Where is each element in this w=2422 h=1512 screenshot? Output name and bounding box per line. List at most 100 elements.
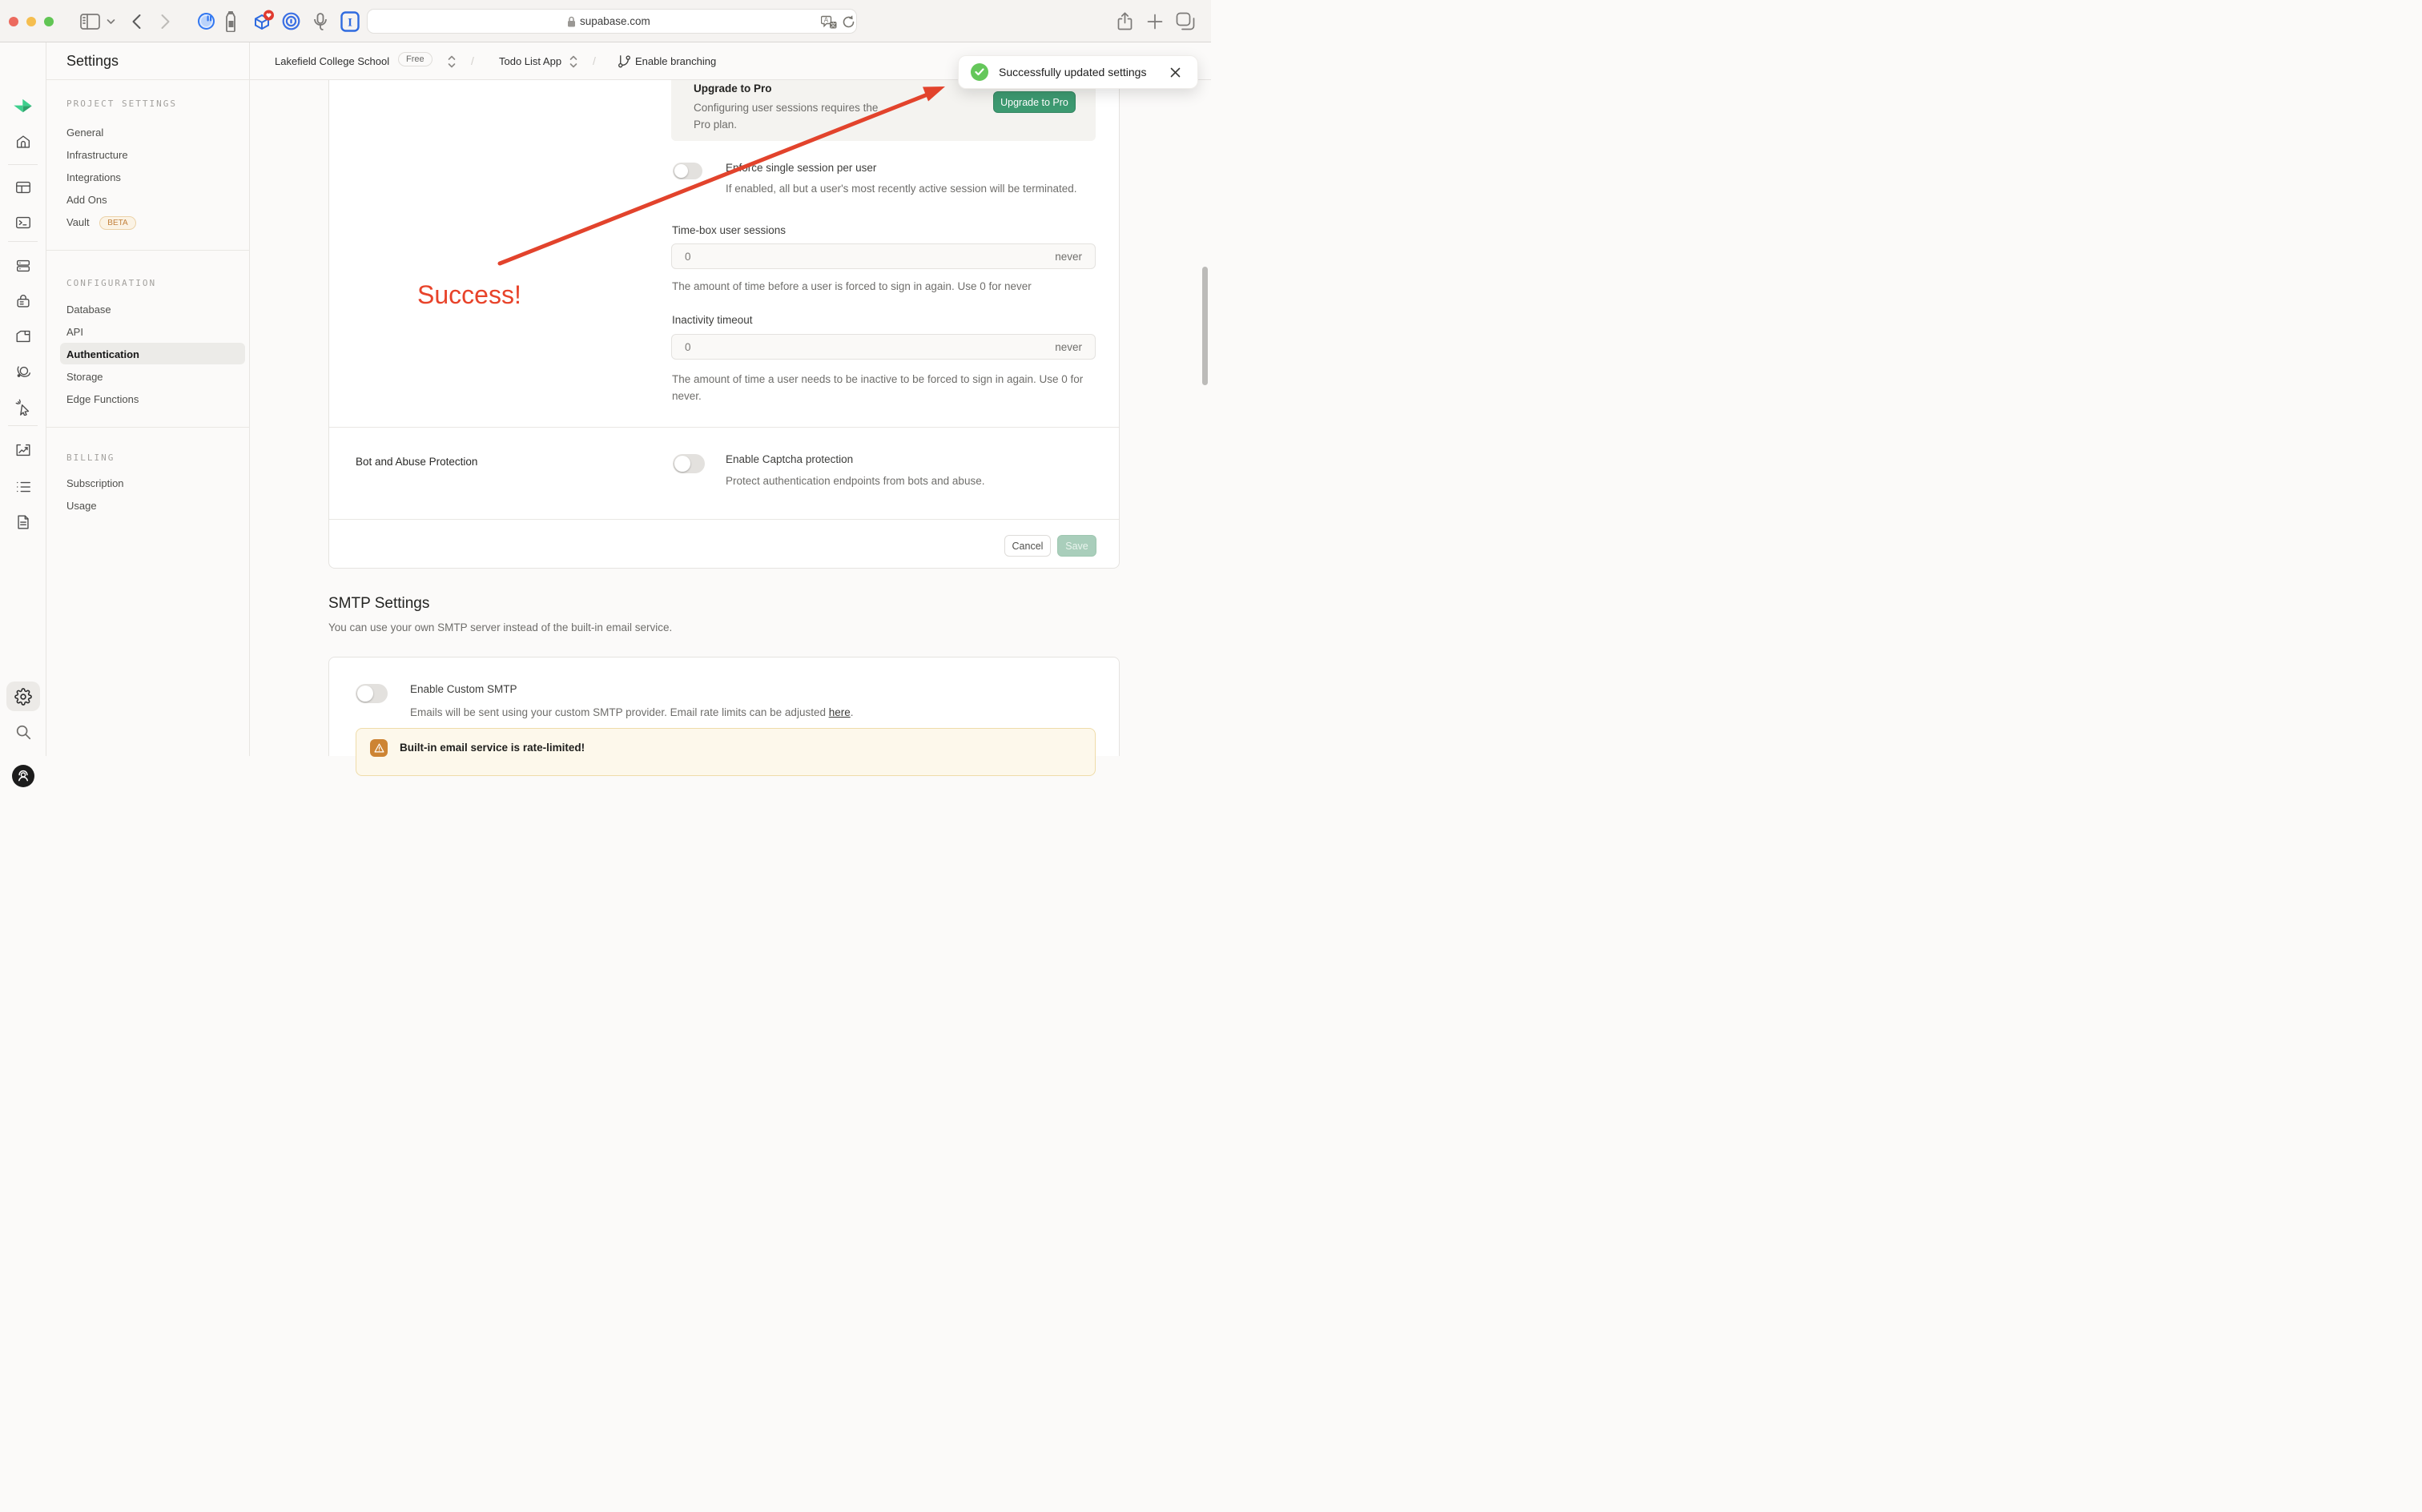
scrollbar-thumb[interactable] [1202, 267, 1208, 385]
new-tab-icon[interactable] [1147, 14, 1163, 30]
card-divider-1 [329, 427, 1119, 428]
svg-text:I: I [348, 17, 352, 30]
upgrade-title: Upgrade to Pro [694, 82, 772, 94]
save-button[interactable]: Save [1057, 535, 1096, 557]
single-session-desc: If enabled, all but a user's most recent… [726, 183, 1077, 195]
onepassword-extension-icon[interactable] [282, 12, 300, 30]
warning-title: Built-in email service is rate-limited! [400, 742, 585, 754]
close-window-button[interactable] [9, 17, 18, 26]
check-circle-icon [971, 63, 988, 81]
custom-smtp-toggle[interactable] [356, 684, 388, 703]
sidebar-item-database[interactable]: Database [66, 304, 111, 316]
sql-editor-icon[interactable] [0, 214, 46, 231]
timebox-value: 0 [685, 251, 691, 263]
sidebar-item-general[interactable]: General [66, 127, 103, 139]
section-header-configuration: CONFIGURATION [66, 278, 156, 288]
single-session-toggle[interactable] [673, 163, 702, 179]
sidebar-item-api[interactable]: API [66, 326, 83, 338]
supabase-logo[interactable] [0, 96, 46, 116]
cancel-button[interactable]: Cancel [1004, 535, 1051, 557]
sidebar-item-storage[interactable]: Storage [66, 371, 103, 383]
user-sessions-card: Upgrade to Pro Configuring user sessions… [328, 80, 1120, 569]
url-text: supabase.com [580, 15, 650, 27]
annotation-success-text: Success! [417, 280, 521, 310]
timebox-help: The amount of time before a user is forc… [672, 280, 1032, 292]
home-icon[interactable] [0, 133, 46, 151]
inactivity-value: 0 [685, 341, 691, 353]
forward-button[interactable] [160, 14, 171, 30]
table-editor-icon[interactable] [0, 179, 46, 196]
spray-bottle-extension-icon[interactable] [225, 10, 237, 32]
search-icon[interactable] [0, 723, 46, 741]
package-heart-extension-icon[interactable] [251, 10, 276, 34]
rate-limits-link[interactable]: here [829, 706, 851, 718]
git-branch-icon [617, 54, 632, 69]
upgrade-panel: Upgrade to Pro Configuring user sessions… [671, 80, 1096, 141]
beta-badge: BETA [99, 216, 135, 230]
instapaper-extension-icon[interactable]: I [340, 11, 360, 32]
section-header-project-settings: PROJECT SETTINGS [66, 99, 177, 109]
sidebar-toggle-icon[interactable] [80, 14, 100, 30]
custom-smtp-desc: Emails will be sent using your custom SM… [410, 706, 854, 718]
tab-overview-icon[interactable] [1176, 12, 1196, 31]
zoom-window-button[interactable] [44, 17, 54, 26]
lock-icon [567, 16, 576, 27]
project-select-chevrons-icon[interactable] [569, 54, 578, 70]
toast-close-icon[interactable] [1170, 67, 1181, 78]
timebox-suffix: never [1055, 251, 1082, 263]
captcha-desc: Protect authentication endpoints from bo… [726, 475, 984, 487]
icon-rail [0, 42, 46, 756]
sidebar-item-usage[interactable]: Usage [66, 500, 97, 512]
sidebar-chevron-down-icon[interactable] [107, 18, 115, 25]
custom-smtp-label: Enable Custom SMTP [410, 683, 517, 695]
upgrade-to-pro-button[interactable]: Upgrade to Pro [993, 91, 1076, 113]
sidebar-item-subscription[interactable]: Subscription [66, 477, 124, 489]
translate-icon[interactable]: A文 [821, 15, 837, 29]
single-session-label: Enforce single session per user [726, 162, 876, 174]
edge-functions-icon[interactable] [0, 363, 46, 380]
inactivity-input[interactable]: 0 never [671, 334, 1096, 360]
back-button[interactable] [131, 14, 142, 30]
captcha-label: Enable Captcha protection [726, 453, 853, 465]
bot-section-label: Bot and Abuse Protection [356, 456, 477, 468]
breadcrumb-separator-1: / [471, 54, 474, 67]
minimize-window-button[interactable] [26, 17, 36, 26]
sidebar-item-vault[interactable]: Vault BETA [66, 216, 136, 231]
logs-icon[interactable] [0, 478, 46, 496]
org-select-chevrons-icon[interactable] [447, 54, 457, 70]
clock-pause-extension-icon[interactable] [197, 12, 215, 30]
sidebar-item-infrastructure[interactable]: Infrastructure [66, 149, 128, 161]
sidenav-title: Settings [66, 53, 119, 70]
smtp-title: SMTP Settings [328, 595, 429, 613]
auth-icon[interactable] [0, 292, 46, 310]
breadcrumb-org[interactable]: Lakefield College School [275, 55, 389, 67]
sidebar-item-integrations[interactable]: Integrations [66, 171, 121, 183]
breadcrumb-separator-2: / [593, 54, 596, 67]
advisors-icon[interactable] [0, 398, 46, 416]
reports-icon[interactable] [0, 441, 46, 459]
timebox-label: Time-box user sessions [672, 224, 786, 236]
microphone-extension-icon[interactable] [311, 11, 330, 31]
warning-triangle-icon [370, 739, 388, 757]
storage-icon[interactable] [0, 328, 46, 345]
sidebar-item-add-ons[interactable]: Add Ons [66, 194, 107, 206]
browser-toolbar: I supabase.com A文 [0, 0, 1211, 42]
sidebar-item-edge-functions[interactable]: Edge Functions [66, 393, 139, 405]
inactivity-help: The amount of time a user needs to be in… [672, 371, 1108, 404]
toast-success: Successfully updated settings [958, 55, 1198, 89]
toast-message: Successfully updated settings [999, 66, 1146, 78]
reload-icon[interactable] [842, 14, 855, 29]
address-bar[interactable]: supabase.com A文 [367, 9, 857, 34]
share-icon[interactable] [1117, 12, 1133, 31]
plan-badge: Free [398, 52, 432, 66]
timebox-input[interactable]: 0 never [671, 243, 1096, 269]
gear-icon[interactable] [0, 688, 46, 706]
smtp-subtitle: You can use your own SMTP server instead… [328, 621, 672, 633]
captcha-toggle[interactable] [673, 454, 705, 473]
enable-branching-button[interactable]: Enable branching [635, 55, 716, 67]
docs-icon[interactable] [0, 513, 46, 531]
settings-sidenav: Settings PROJECT SETTINGS General Infras… [46, 42, 250, 756]
user-avatar[interactable] [12, 765, 34, 787]
breadcrumb-project[interactable]: Todo List App [499, 55, 561, 67]
database-icon[interactable] [0, 257, 46, 275]
